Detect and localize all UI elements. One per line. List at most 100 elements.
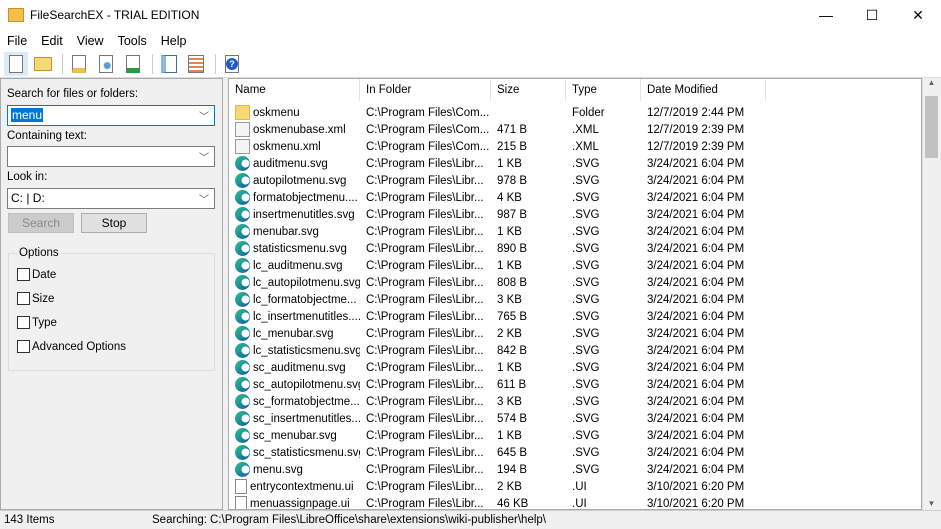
table-row[interactable]: autopilotmenu.svg C:\Program Files\Libr..… — [229, 172, 921, 189]
cell-folder: C:\Program Files\Libr... — [366, 395, 484, 408]
panel-icon[interactable] — [157, 52, 181, 76]
chevron-down-icon[interactable]: ﹀ — [199, 149, 209, 164]
cell-size: 574 B — [497, 412, 528, 425]
column-header-date[interactable]: Date Modified — [641, 79, 766, 101]
help-icon[interactable]: ? — [220, 52, 244, 76]
table-row[interactable]: sc_auditmenu.svg C:\Program Files\Libr...… — [229, 359, 921, 376]
table-row[interactable]: lc_insertmenutitles.... C:\Program Files\… — [229, 308, 921, 325]
table-row[interactable]: insertmenutitles.svg C:\Program Files\Lib… — [229, 206, 921, 223]
table-row[interactable]: lc_auditmenu.svg C:\Program Files\Libr...… — [229, 257, 921, 274]
close-button[interactable]: ✕ — [895, 0, 941, 30]
minimize-button[interactable]: — — [803, 0, 849, 30]
cell-date: 12/7/2019 2:39 PM — [647, 123, 745, 136]
table-row[interactable]: statisticsmenu.svg C:\Program Files\Libr.… — [229, 240, 921, 257]
cell-folder: C:\Program Files\Libr... — [366, 225, 484, 238]
cell-type: .XML — [572, 140, 599, 153]
cell-folder: C:\Program Files\Libr... — [366, 361, 484, 374]
cell-size: 471 B — [497, 123, 528, 136]
cell-folder: C:\Program Files\Libr... — [366, 157, 484, 170]
table-row[interactable]: lc_formatobjectme... C:\Program Files\Lib… — [229, 291, 921, 308]
new-document-icon[interactable] — [4, 52, 28, 76]
searching-path: C:\Program Files\LibreOffice\share\exten… — [210, 514, 546, 526]
table-row[interactable]: oskmenu C:\Program Files\Com... Folder 12/7… — [229, 104, 921, 121]
cell-type: .XML — [572, 123, 599, 136]
search-document-icon[interactable] — [94, 52, 118, 76]
advanced-options-checkbox[interactable]: Advanced Options — [17, 340, 126, 353]
cell-type: .SVG — [572, 191, 600, 204]
svg-file-icon — [235, 173, 250, 188]
table-row[interactable]: sc_autopilotmenu.svg C:\Program Files\Lib… — [229, 376, 921, 393]
cell-folder: C:\Program Files\Com... — [366, 106, 490, 119]
date-checkbox[interactable]: Date — [17, 268, 56, 281]
cell-folder: C:\Program Files\Libr... — [366, 463, 484, 476]
find-in-folder-icon[interactable] — [67, 52, 91, 76]
svg-file-icon — [235, 462, 250, 477]
search-input-value: menu — [11, 108, 44, 122]
cell-type: .SVG — [572, 395, 600, 408]
column-header-size[interactable]: Size — [491, 79, 566, 101]
column-header-folder[interactable]: In Folder — [360, 79, 491, 101]
table-row[interactable]: lc_statisticsmenu.svg C:\Program Files\Li… — [229, 342, 921, 359]
vertical-scrollbar[interactable]: ▲ ▼ — [922, 78, 940, 510]
cell-name: lc_statisticsmenu.svg — [229, 343, 360, 358]
cell-name: oskmenubase.xml — [229, 122, 360, 137]
cell-date: 3/24/2021 6:04 PM — [647, 446, 745, 459]
ui-file-icon — [235, 496, 247, 509]
search-button[interactable]: Search — [8, 213, 74, 233]
scroll-thumb[interactable] — [925, 96, 938, 158]
svg-file-icon — [235, 292, 250, 307]
stop-button[interactable]: Stop — [81, 213, 147, 233]
table-row[interactable]: auditmenu.svg C:\Program Files\Libr... 1 K… — [229, 155, 921, 172]
table-row[interactable]: sc_insertmenutitles... C:\Program Files\L… — [229, 410, 921, 427]
table-row[interactable]: menuassignpage.ui C:\Program Files\Libr..… — [229, 495, 921, 509]
search-panel: Search for files or folders: menu ﹀ Conta… — [0, 78, 223, 510]
table-row[interactable]: sc_menubar.svg C:\Program Files\Libr... 1 … — [229, 427, 921, 444]
column-header-name[interactable]: Name — [229, 79, 360, 101]
column-header-type[interactable]: Type — [566, 79, 641, 101]
table-row[interactable]: menu.svg C:\Program Files\Libr... 194 B .SV… — [229, 461, 921, 478]
menu-file[interactable]: File — [0, 34, 34, 48]
cell-size: 808 B — [497, 276, 528, 289]
table-row[interactable]: lc_menubar.svg C:\Program Files\Libr... 2 … — [229, 325, 921, 342]
cell-size: 611 B — [497, 378, 527, 391]
containing-text-input[interactable]: ﹀ — [7, 146, 215, 167]
cell-size: 890 B — [497, 242, 528, 255]
table-row[interactable]: sc_formatobjectme... C:\Program Files\Lib… — [229, 393, 921, 410]
cell-date: 3/24/2021 6:04 PM — [647, 242, 745, 255]
scroll-down-arrow[interactable]: ▼ — [923, 499, 940, 508]
menu-tools[interactable]: Tools — [111, 34, 154, 48]
table-row[interactable]: formatobjectmenu.... C:\Program Files\Lib… — [229, 189, 921, 206]
type-checkbox[interactable]: Type — [17, 316, 57, 329]
search-input[interactable]: menu ﹀ — [7, 105, 215, 126]
details-view-icon[interactable] — [184, 52, 208, 76]
look-in-select[interactable]: C: | D: ﹀ — [7, 188, 215, 209]
cell-size: 645 B — [497, 446, 528, 459]
size-checkbox[interactable]: Size — [17, 292, 54, 305]
menu-view[interactable]: View — [70, 34, 111, 48]
svg-file-icon — [235, 275, 250, 290]
svg-file-icon — [235, 411, 250, 426]
table-row[interactable]: menubar.svg C:\Program Files\Libr... 1 KB.… — [229, 223, 921, 240]
svg-file-icon — [235, 224, 250, 239]
cell-date: 3/24/2021 6:04 PM — [647, 191, 745, 204]
menu-help[interactable]: Help — [154, 34, 194, 48]
menu-edit[interactable]: Edit — [34, 34, 70, 48]
table-row[interactable]: oskmenubase.xml C:\Program Files\Com... 47… — [229, 121, 921, 138]
table-row[interactable]: oskmenu.xml C:\Program Files\Com... 215 B.… — [229, 138, 921, 155]
chevron-down-icon[interactable]: ﹀ — [199, 108, 209, 123]
window-title: FileSearchEX - TRIAL EDITION — [30, 8, 200, 22]
cell-folder: C:\Program Files\Com... — [366, 140, 490, 153]
open-folder-icon[interactable] — [31, 52, 55, 76]
chevron-down-icon[interactable]: ﹀ — [199, 191, 209, 206]
table-row[interactable]: sc_statisticsmenu.svg C:\Program Files\Li… — [229, 444, 921, 461]
scroll-up-arrow[interactable]: ▲ — [923, 78, 940, 87]
table-row[interactable]: lc_autopilotmenu.svg C:\Program Files\Lib… — [229, 274, 921, 291]
cell-date: 3/24/2021 6:04 PM — [647, 378, 745, 391]
export-icon[interactable] — [121, 52, 145, 76]
cell-size: 987 B — [497, 208, 528, 221]
cell-name: lc_auditmenu.svg — [229, 258, 360, 273]
table-row[interactable]: entrycontextmenu.ui C:\Program Files\Libr… — [229, 478, 921, 495]
cell-type: .SVG — [572, 463, 600, 476]
maximize-button[interactable]: ☐ — [849, 0, 895, 30]
cell-name: sc_statisticsmenu.svg — [229, 445, 360, 460]
